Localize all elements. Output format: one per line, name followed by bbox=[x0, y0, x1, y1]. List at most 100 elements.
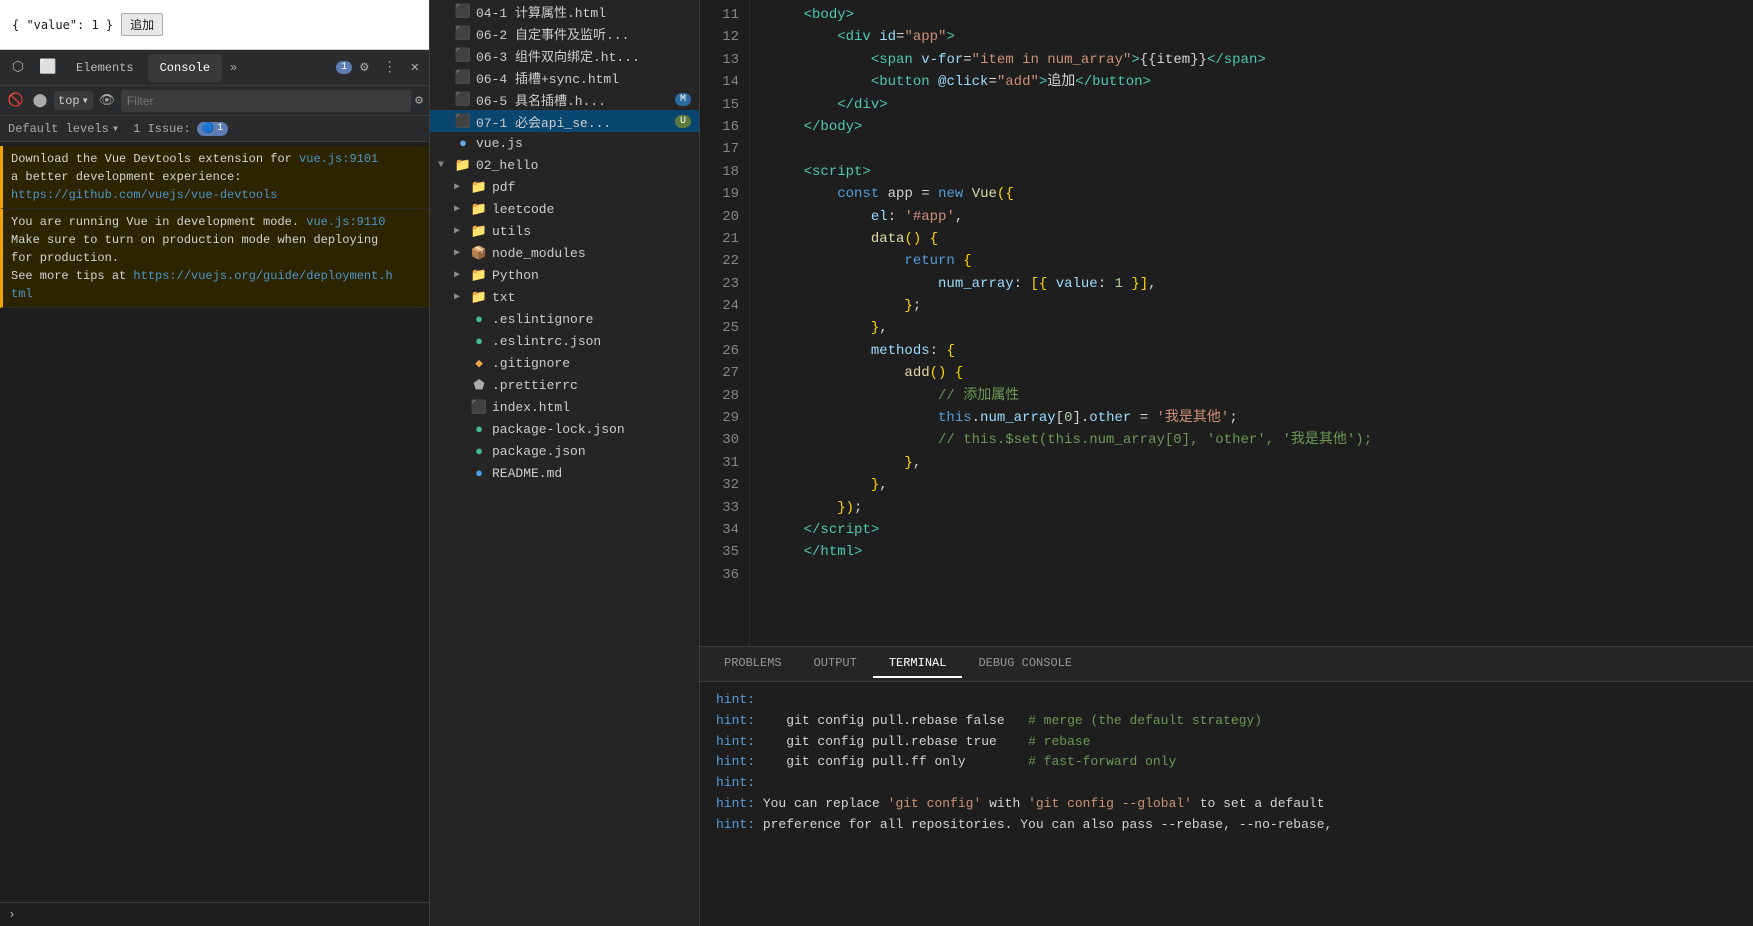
file-name: .eslintrc.json bbox=[492, 334, 601, 349]
console-message-1: Download the Vue Devtools extension for … bbox=[0, 146, 429, 209]
tab-output[interactable]: OUTPUT bbox=[798, 650, 873, 678]
file-prettierrc[interactable]: ⬟ .prettierrc bbox=[430, 374, 699, 396]
tab-console[interactable]: Console bbox=[148, 54, 222, 82]
tab-debug-console[interactable]: DEBUG CONSOLE bbox=[962, 650, 1088, 678]
code-line-15: </div> bbox=[770, 94, 1753, 116]
device-icon[interactable]: ⬜ bbox=[34, 54, 62, 82]
tab-problems[interactable]: PROBLEMS bbox=[708, 650, 798, 678]
modified-badge: M bbox=[675, 93, 691, 106]
terminal-line-5: hint: bbox=[716, 773, 1737, 794]
inspect-icon[interactable]: ⬡ bbox=[4, 54, 32, 82]
editor-panel: 11 12 13 14 15 16 17 18 19 20 21 22 23 2… bbox=[700, 0, 1753, 926]
folder-icon: 📁 bbox=[470, 224, 488, 239]
file-readme[interactable]: ● README.md bbox=[430, 462, 699, 484]
deployment-link-2[interactable]: tml bbox=[11, 287, 33, 301]
file-icon: ⬛ bbox=[454, 48, 472, 63]
code-line-17 bbox=[770, 138, 1753, 160]
folder-icon: 📁 bbox=[470, 290, 488, 305]
terminal-line-1: hint: bbox=[716, 690, 1737, 711]
deployment-link[interactable]: https://vuejs.org/guide/deployment.h bbox=[133, 269, 392, 283]
folder-utils[interactable]: ▶ 📁 utils bbox=[430, 220, 699, 242]
code-line-31: }, bbox=[770, 452, 1753, 474]
folder-pdf[interactable]: ▶ 📁 pdf bbox=[430, 176, 699, 198]
file-item-06-5[interactable]: ⬛ 06-5 具名插槽.h... M bbox=[430, 88, 699, 110]
terminal-line-2: hint: git config pull.rebase false # mer… bbox=[716, 711, 1737, 732]
line-numbers: 11 12 13 14 15 16 17 18 19 20 21 22 23 2… bbox=[700, 0, 750, 646]
code-line-21: data() { bbox=[770, 228, 1753, 250]
default-levels-dropdown[interactable]: Default levels ▾ bbox=[8, 121, 119, 136]
devtools-panel: { "value": 1 } 追加 ⬡ ⬜ Elements Console »… bbox=[0, 0, 430, 926]
tabs-more[interactable]: » bbox=[224, 57, 243, 79]
folder-arrow: ▶ bbox=[454, 181, 470, 193]
file-tree-panel: ⬛ 04-1 计算属性.html ⬛ 06-2 自定事件及监听... ⬛ 06-… bbox=[430, 0, 700, 926]
folder-arrow: ▶ bbox=[454, 203, 470, 215]
code-line-19: const app = new Vue({ bbox=[770, 183, 1753, 205]
file-name: vue.js bbox=[476, 136, 523, 151]
file-item-06-4[interactable]: ⬛ 06-4 插槽+sync.html bbox=[430, 66, 699, 88]
folder-node-modules[interactable]: ▶ 📦 node_modules bbox=[430, 242, 699, 264]
folder-icon: 📁 bbox=[470, 202, 488, 217]
file-item-vuejs[interactable]: ● vue.js bbox=[430, 132, 699, 154]
code-content[interactable]: <body> <div id="app"> <span v-for="item … bbox=[750, 0, 1753, 646]
folder-python[interactable]: ▶ 📁 Python bbox=[430, 264, 699, 286]
code-line-16: </body> bbox=[770, 116, 1753, 138]
vue-devtools-link-2[interactable]: https://github.com/vuejs/vue-devtools bbox=[11, 188, 277, 202]
file-name: 04-1 计算属性.html bbox=[476, 2, 606, 21]
file-name: .gitignore bbox=[492, 356, 570, 371]
code-area: 11 12 13 14 15 16 17 18 19 20 21 22 23 2… bbox=[700, 0, 1753, 646]
clear-console-icon[interactable]: 🚫 bbox=[6, 91, 26, 111]
code-scroll[interactable]: 11 12 13 14 15 16 17 18 19 20 21 22 23 2… bbox=[700, 0, 1753, 646]
close-icon[interactable]: ✕ bbox=[405, 59, 425, 76]
folder-name: Python bbox=[492, 268, 539, 283]
terminal-content[interactable]: hint: hint: git config pull.rebase false… bbox=[700, 682, 1753, 926]
folder-icon: 📁 bbox=[470, 268, 488, 283]
levels-caret: ▾ bbox=[112, 121, 119, 136]
file-package-lock[interactable]: ● package-lock.json bbox=[430, 418, 699, 440]
issues-badge: 🔵 1 bbox=[197, 122, 228, 136]
code-line-28: // 添加属性 bbox=[770, 385, 1753, 407]
folder-arrow: ▼ bbox=[438, 160, 454, 171]
code-line-23: num_array: [{ value: 1 }], bbox=[770, 273, 1753, 295]
file-item-06-3[interactable]: ⬛ 06-3 组件双向绑定.ht... bbox=[430, 44, 699, 66]
code-line-20: el: '#app', bbox=[770, 206, 1753, 228]
pause-icon[interactable]: ⬤ bbox=[30, 91, 50, 111]
code-line-11: <body> bbox=[770, 4, 1753, 26]
code-line-12: <div id="app"> bbox=[770, 26, 1753, 48]
vue-devtools-link-1[interactable]: vue.js:9101 bbox=[299, 152, 378, 166]
code-line-36 bbox=[770, 564, 1753, 586]
tab-terminal[interactable]: TERMINAL bbox=[873, 650, 963, 678]
file-eslintrc[interactable]: ● .eslintrc.json bbox=[430, 330, 699, 352]
file-name: 06-4 插槽+sync.html bbox=[476, 68, 619, 87]
eye-icon[interactable]: 👁 bbox=[97, 91, 117, 111]
preview-text: { "value": 1 } bbox=[12, 18, 113, 32]
folder-02-hello[interactable]: ▼ 📁 02_hello bbox=[430, 154, 699, 176]
file-index-html[interactable]: ⬛ index.html bbox=[430, 396, 699, 418]
code-line-30: // this.$set(this.num_array[0], 'other',… bbox=[770, 429, 1753, 451]
vue-dev-mode-link[interactable]: vue.js:9110 bbox=[306, 215, 385, 229]
file-gitignore[interactable]: ◆ .gitignore bbox=[430, 352, 699, 374]
context-dropdown[interactable]: top ▾ bbox=[54, 91, 93, 110]
folder-txt[interactable]: ▶ 📁 txt bbox=[430, 286, 699, 308]
more-options-icon[interactable]: ⋮ bbox=[377, 59, 403, 76]
console-toolbar: 🚫 ⬤ top ▾ 👁 ⚙ bbox=[0, 86, 429, 116]
add-button[interactable]: 追加 bbox=[121, 13, 163, 36]
file-item-04-1[interactable]: ⬛ 04-1 计算属性.html bbox=[430, 0, 699, 22]
code-line-13: <span v-for="item in num_array">{{item}}… bbox=[770, 49, 1753, 71]
file-name: 06-5 具名插槽.h... bbox=[476, 90, 606, 109]
settings-icon[interactable]: ⚙ bbox=[354, 59, 374, 76]
file-package-json[interactable]: ● package.json bbox=[430, 440, 699, 462]
file-item-07-1[interactable]: ⬛ 07-1 必会api_se... U bbox=[430, 110, 699, 132]
filter-input[interactable] bbox=[121, 90, 411, 112]
console-prompt[interactable]: › bbox=[0, 902, 429, 926]
filter-gear-icon[interactable]: ⚙ bbox=[415, 93, 423, 108]
folder-name: leetcode bbox=[492, 202, 554, 217]
file-icon: ⬛ bbox=[454, 114, 472, 129]
file-eslintignore[interactable]: ● .eslintignore bbox=[430, 308, 699, 330]
folder-leetcode[interactable]: ▶ 📁 leetcode bbox=[430, 198, 699, 220]
file-icon: ⬛ bbox=[454, 70, 472, 85]
file-icon: ● bbox=[470, 334, 488, 349]
tab-elements[interactable]: Elements bbox=[64, 54, 146, 82]
dropdown-arrow: ▾ bbox=[82, 93, 89, 108]
file-item-06-2[interactable]: ⬛ 06-2 自定事件及监听... bbox=[430, 22, 699, 44]
code-line-33: }); bbox=[770, 497, 1753, 519]
